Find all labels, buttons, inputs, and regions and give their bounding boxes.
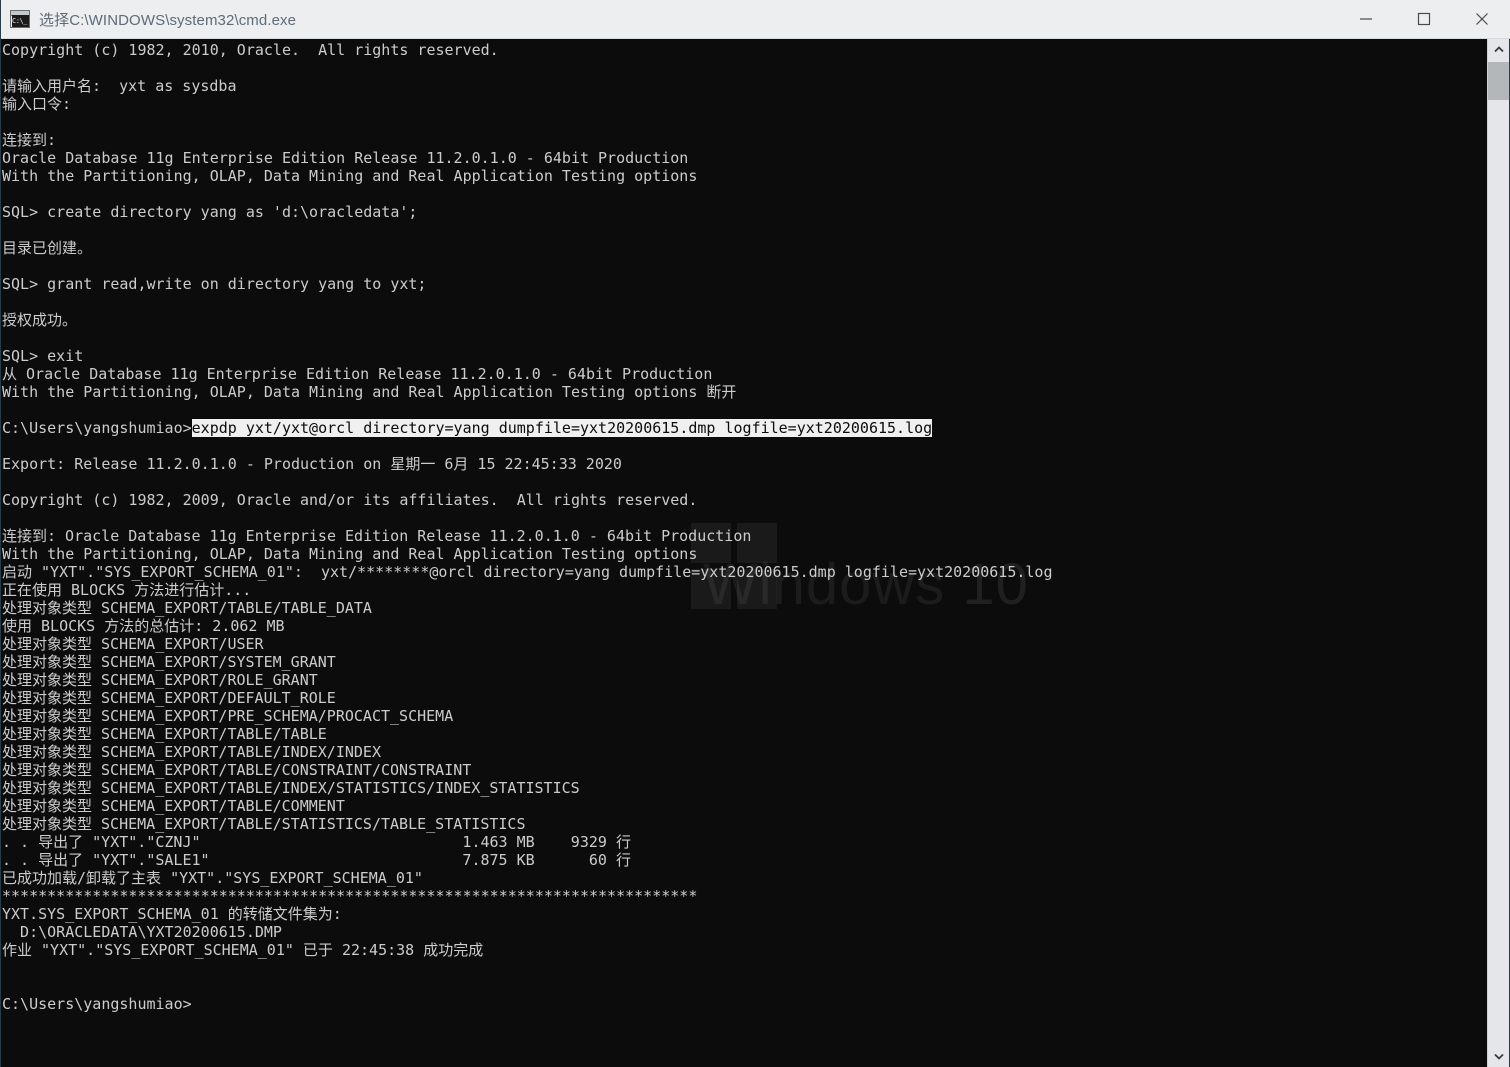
scrollbar-thumb[interactable] — [1488, 62, 1509, 100]
console-line: 处理对象类型 SCHEMA_EXPORT/DEFAULT_ROLE — [2, 689, 336, 707]
window-controls — [1337, 0, 1510, 39]
console-line: 正在使用 BLOCKS 方法进行估计... — [2, 581, 252, 599]
console-line: With the Partitioning, OLAP, Data Mining… — [2, 167, 698, 185]
scroll-down-arrow-icon — [1493, 1053, 1504, 1060]
console-line: 处理对象类型 SCHEMA_EXPORT/TABLE/COMMENT — [2, 797, 345, 815]
console-line: 处理对象类型 SCHEMA_EXPORT/TABLE/STATISTICS/TA… — [2, 815, 526, 833]
console-line: 处理对象类型 SCHEMA_EXPORT/TABLE/TABLE — [2, 725, 327, 743]
close-icon — [1476, 13, 1488, 25]
command-prompt: C:\Users\yangshumiao> — [2, 419, 192, 437]
close-button[interactable] — [1453, 0, 1510, 39]
console-line: 启动 "YXT"."SYS_EXPORT_SCHEMA_01": yxt/***… — [2, 563, 1053, 581]
console-line: 从 Oracle Database 11g Enterprise Edition… — [2, 365, 713, 383]
window-title: 选择C:\WINDOWS\system32\cmd.exe — [39, 11, 297, 29]
console-line: SQL> create directory yang as 'd:\oracle… — [2, 203, 418, 221]
console-line: 处理对象类型 SCHEMA_EXPORT/PRE_SCHEMA/PROCACT_… — [2, 707, 454, 725]
console-line: 处理对象类型 SCHEMA_EXPORT/TABLE/TABLE_DATA — [2, 599, 372, 617]
terminal-output-area[interactable]: Windows 10 Copyright (c) 1982, 2010, Ora… — [1, 39, 1489, 1067]
console-line: With the Partitioning, OLAP, Data Mining… — [2, 545, 698, 563]
console-line: 请输入用户名: yxt as sysdba — [2, 77, 237, 95]
console-line: SQL> exit — [2, 347, 84, 365]
console-line: 授权成功。 — [2, 311, 78, 329]
scroll-up-button[interactable] — [1488, 39, 1509, 60]
console-line: 处理对象类型 SCHEMA_EXPORT/USER — [2, 635, 264, 653]
vertical-scrollbar[interactable] — [1487, 39, 1509, 1067]
scroll-down-button[interactable] — [1488, 1046, 1509, 1067]
console-line: Export: Release 11.2.0.1.0 - Production … — [2, 455, 622, 473]
console-line: Copyright (c) 1982, 2009, Oracle and/or … — [2, 491, 698, 509]
console-line: 作业 "YXT"."SYS_EXPORT_SCHEMA_01" 已于 22:45… — [2, 941, 484, 959]
console-line-selected-command: C:\Users\yangshumiao>expdp yxt/yxt@orcl … — [2, 419, 1489, 437]
console-line: 处理对象类型 SCHEMA_EXPORT/TABLE/INDEX/INDEX — [2, 743, 381, 761]
console-line: ****************************************… — [2, 887, 698, 905]
title-bar[interactable]: 选择C:\WINDOWS\system32\cmd.exe — [1, 0, 1510, 39]
maximize-button[interactable] — [1395, 0, 1453, 39]
console-line: . . 导出了 "YXT"."CZNJ" 1.463 MB 9329 行 — [2, 833, 631, 851]
console-text-buffer: Copyright (c) 1982, 2010, Oracle. All ri… — [1, 39, 1489, 1013]
console-line: 处理对象类型 SCHEMA_EXPORT/TABLE/INDEX/STATIST… — [2, 779, 580, 797]
console-line: 处理对象类型 SCHEMA_EXPORT/TABLE/CONSTRAINT/CO… — [2, 761, 472, 779]
scroll-up-arrow-icon — [1493, 46, 1504, 53]
maximize-icon — [1417, 12, 1431, 26]
console-line: 输入口令: — [2, 95, 72, 113]
console-line: YXT.SYS_EXPORT_SCHEMA_01 的转储文件集为: — [2, 905, 342, 923]
console-line: C:\Users\yangshumiao> — [2, 995, 192, 1013]
console-line: 目录已创建。 — [2, 239, 93, 257]
cmd-window: 选择C:\WINDOWS\system32\cmd.exe — [0, 0, 1510, 1067]
console-line: D:\ORACLEDATA\YXT20200615.DMP — [2, 923, 282, 941]
console-line: 处理对象类型 SCHEMA_EXPORT/ROLE_GRANT — [2, 671, 318, 689]
console-line: 处理对象类型 SCHEMA_EXPORT/SYSTEM_GRANT — [2, 653, 336, 671]
console-line: 连接到: — [2, 131, 57, 149]
console-line: 连接到: Oracle Database 11g Enterprise Edit… — [2, 527, 752, 545]
minimize-icon — [1360, 18, 1372, 20]
cmd-console-icon — [10, 10, 30, 28]
console-line: With the Partitioning, OLAP, Data Mining… — [2, 383, 737, 401]
minimize-button[interactable] — [1337, 0, 1395, 39]
title-bar-left: 选择C:\WINDOWS\system32\cmd.exe — [1, 9, 1337, 30]
console-line: Oracle Database 11g Enterprise Edition R… — [2, 149, 689, 167]
console-line: 已成功加载/卸载了主表 "YXT"."SYS_EXPORT_SCHEMA_01" — [2, 869, 423, 887]
console-line: SQL> grant read,write on directory yang … — [2, 275, 427, 293]
selected-text-highlight[interactable]: expdp yxt/yxt@orcl directory=yang dumpfi… — [191, 419, 933, 437]
console-line: . . 导出了 "YXT"."SALE1" 7.875 KB 60 行 — [2, 851, 631, 869]
console-line: 使用 BLOCKS 方法的总估计: 2.062 MB — [2, 617, 285, 635]
console-line: Copyright (c) 1982, 2010, Oracle. All ri… — [2, 41, 499, 59]
